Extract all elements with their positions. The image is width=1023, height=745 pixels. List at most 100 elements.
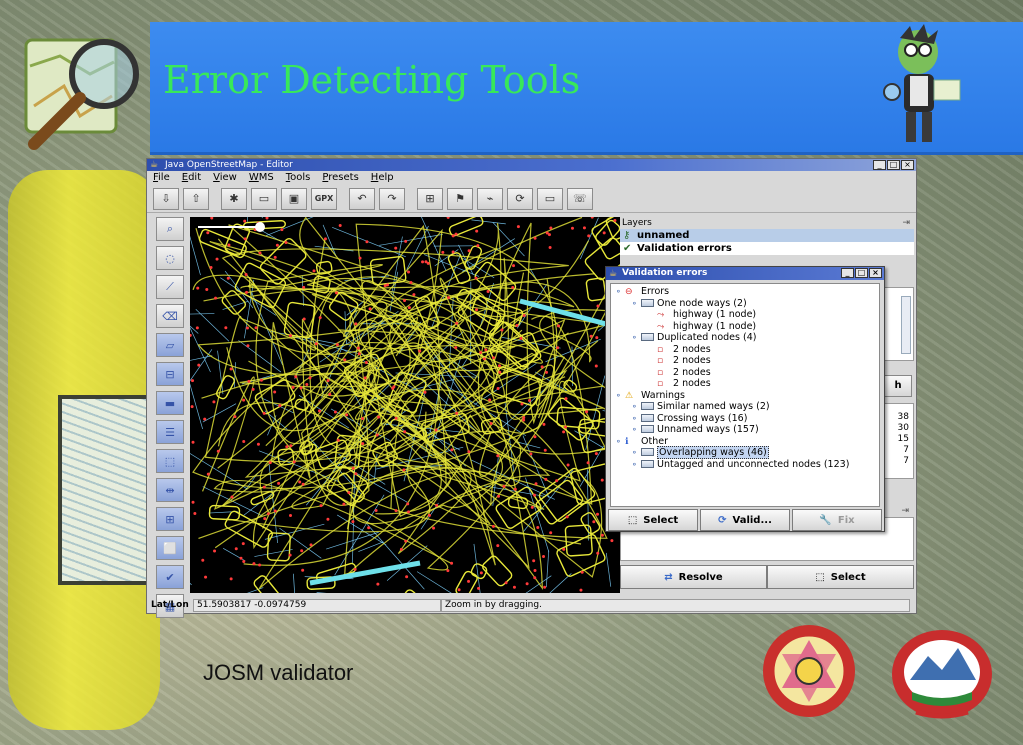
export-gpx-button[interactable]: GPX [311, 187, 337, 210]
map-node [242, 398, 246, 402]
pin-icon[interactable]: ⇥ [902, 217, 910, 229]
map-node [543, 585, 547, 589]
undo-button[interactable]: ↶ [349, 187, 375, 210]
map-node [252, 562, 256, 566]
preferences-button[interactable]: ⊞ [417, 187, 443, 210]
select-errors-button[interactable]: ⬚ Select [608, 509, 698, 531]
validation-tree[interactable]: ⚬ ⊖ Errors ⚬ One node ways (2) ⤳ highway (1 no… [610, 283, 880, 507]
expand-toggle-icon[interactable]: ⚬ [615, 286, 625, 298]
history-toggle-button[interactable]: ▬ [156, 391, 184, 415]
menu-presets[interactable]: Presets [322, 171, 358, 185]
properties-toggle-button[interactable]: ⊟ [156, 362, 184, 386]
tree-node[interactable]: ⚬ Overlapping ways (46) [611, 446, 879, 459]
menu-view[interactable]: View [213, 171, 237, 185]
zoom-icon: ⌕ [166, 222, 174, 235]
map-node [243, 237, 247, 241]
expand-toggle-icon[interactable]: ⚬ [631, 413, 641, 425]
menu-edit[interactable]: Edit [182, 171, 201, 185]
scrollbar[interactable] [901, 296, 911, 354]
expand-toggle-icon[interactable]: ⚬ [615, 436, 625, 448]
tree-node[interactable]: ▫ 2 nodes [611, 355, 879, 367]
tree-node[interactable]: ⚬ ⊖ Errors [611, 286, 879, 298]
menu-wms[interactable]: WMS [249, 171, 274, 185]
menu-help[interactable]: Help [371, 171, 394, 185]
validate-button[interactable]: ⟳ Valid... [700, 509, 790, 531]
tree-node[interactable]: ⚬ One node ways (2) [611, 298, 879, 310]
tree-node-label: 2 nodes [673, 343, 711, 355]
tree-node[interactable]: ⤳ highway (1 node) [611, 309, 879, 321]
map-canvas[interactable] [190, 217, 620, 593]
map-node [532, 559, 536, 563]
delete-tool-button[interactable]: ⌫ [156, 304, 184, 328]
select-icon: ⬚ [815, 571, 825, 583]
layer-toggle-button[interactable]: ▱ [156, 333, 184, 357]
menu-file[interactable]: File [153, 171, 170, 185]
tree-node[interactable]: ▫ 2 nodes [611, 367, 879, 379]
maximize-button[interactable]: □ [855, 268, 868, 278]
close-button[interactable]: × [869, 268, 882, 278]
map-view[interactable] [190, 217, 620, 593]
tree-node[interactable]: ▫ 2 nodes [611, 378, 879, 390]
map-node [504, 581, 508, 585]
relations-toggle-button[interactable]: ⊞ [156, 507, 184, 531]
dialog-titlebar[interactable]: ☕ Validation errors _ □ × [606, 267, 884, 280]
redo-button[interactable]: ↷ [379, 187, 405, 210]
expand-toggle-icon[interactable]: ⚬ [631, 447, 641, 459]
map-node [435, 503, 439, 507]
select-label: Select [643, 514, 679, 526]
tree-node[interactable]: ⚬ Untagged and unconnected nodes (123) [611, 459, 879, 471]
select-button[interactable]: ⬚ Select [767, 565, 914, 589]
partial-button[interactable]: h [884, 375, 912, 397]
minimize-button[interactable]: _ [841, 268, 854, 278]
selection-list-button[interactable]: ⬚ [156, 449, 184, 473]
maximize-button[interactable]: □ [887, 160, 900, 170]
expand-toggle-icon[interactable]: ⚬ [631, 459, 641, 471]
zoom-tool-button[interactable]: ⌕ [156, 217, 184, 241]
layer-validation-errors[interactable]: ✔ Validation errors [620, 242, 914, 255]
expand-toggle-icon[interactable]: ⚬ [631, 424, 641, 436]
close-button[interactable]: × [901, 160, 914, 170]
expand-toggle-icon[interactable]: ⚬ [631, 298, 641, 310]
map-node [314, 342, 318, 346]
download-button[interactable]: ⇩ [153, 187, 179, 210]
open-button[interactable]: ▭ [251, 187, 277, 210]
expand-toggle-icon[interactable]: ⚬ [631, 401, 641, 413]
toggle-window-button[interactable]: ▭ [537, 187, 563, 210]
map-segment [293, 573, 295, 593]
upload-button[interactable]: ⇧ [183, 187, 209, 210]
commands-toggle-button[interactable]: ☰ [156, 420, 184, 444]
menu-tools[interactable]: Tools [286, 171, 311, 185]
validation-toggle-button[interactable]: ✔ [156, 565, 184, 589]
tree-node[interactable]: ⚬ Unnamed ways (157) [611, 424, 879, 436]
expand-toggle-icon[interactable]: ⚬ [615, 390, 625, 402]
resolve-button[interactable]: ⇄ Resolve [620, 565, 767, 589]
map-node [193, 511, 197, 515]
save-button[interactable]: ▣ [281, 187, 307, 210]
map-node [347, 491, 351, 495]
tree-node[interactable]: ▫ 2 nodes [611, 344, 879, 356]
add-way-button[interactable]: ⟋ [156, 275, 184, 299]
minimize-button[interactable]: _ [873, 160, 886, 170]
tree-node[interactable]: ⚬ Duplicated nodes (4) [611, 332, 879, 344]
gps-button[interactable]: ⌁ [477, 187, 503, 210]
author-toggle-button[interactable]: ⬜ [156, 536, 184, 560]
pin-icon[interactable]: ⇥ [901, 506, 909, 516]
fix-button[interactable]: 🔧 Fix [792, 509, 882, 531]
phone-button[interactable]: ☏ [567, 187, 593, 210]
expand-toggle-icon[interactable]: ⚬ [631, 332, 641, 344]
new-button[interactable]: ✱ [221, 187, 247, 210]
tree-node[interactable]: ⚬ Crossing ways (16) [611, 413, 879, 425]
tree-node-label: 2 nodes [673, 378, 711, 389]
tree-node[interactable]: ⤳ highway (1 node) [611, 321, 879, 333]
layer-unnamed[interactable]: ⚷ unnamed [620, 229, 914, 242]
conflict-toggle-button[interactable]: ⇹ [156, 478, 184, 502]
conflict-button[interactable]: ⚑ [447, 187, 473, 210]
validator-button[interactable]: ⟳ [507, 187, 533, 210]
window-titlebar[interactable]: ☕ Java OpenStreetMap - Editor _ □ × [147, 159, 916, 171]
tree-node[interactable]: ⚬ Similar named ways (2) [611, 401, 879, 413]
count-value: 7 [903, 456, 909, 466]
select-tool-button[interactable]: ◌ [156, 246, 184, 270]
check-icon: ✔ [623, 243, 632, 254]
tree-node[interactable]: ⚬ ⚠ Warnings [611, 390, 879, 402]
map-node [542, 554, 546, 558]
